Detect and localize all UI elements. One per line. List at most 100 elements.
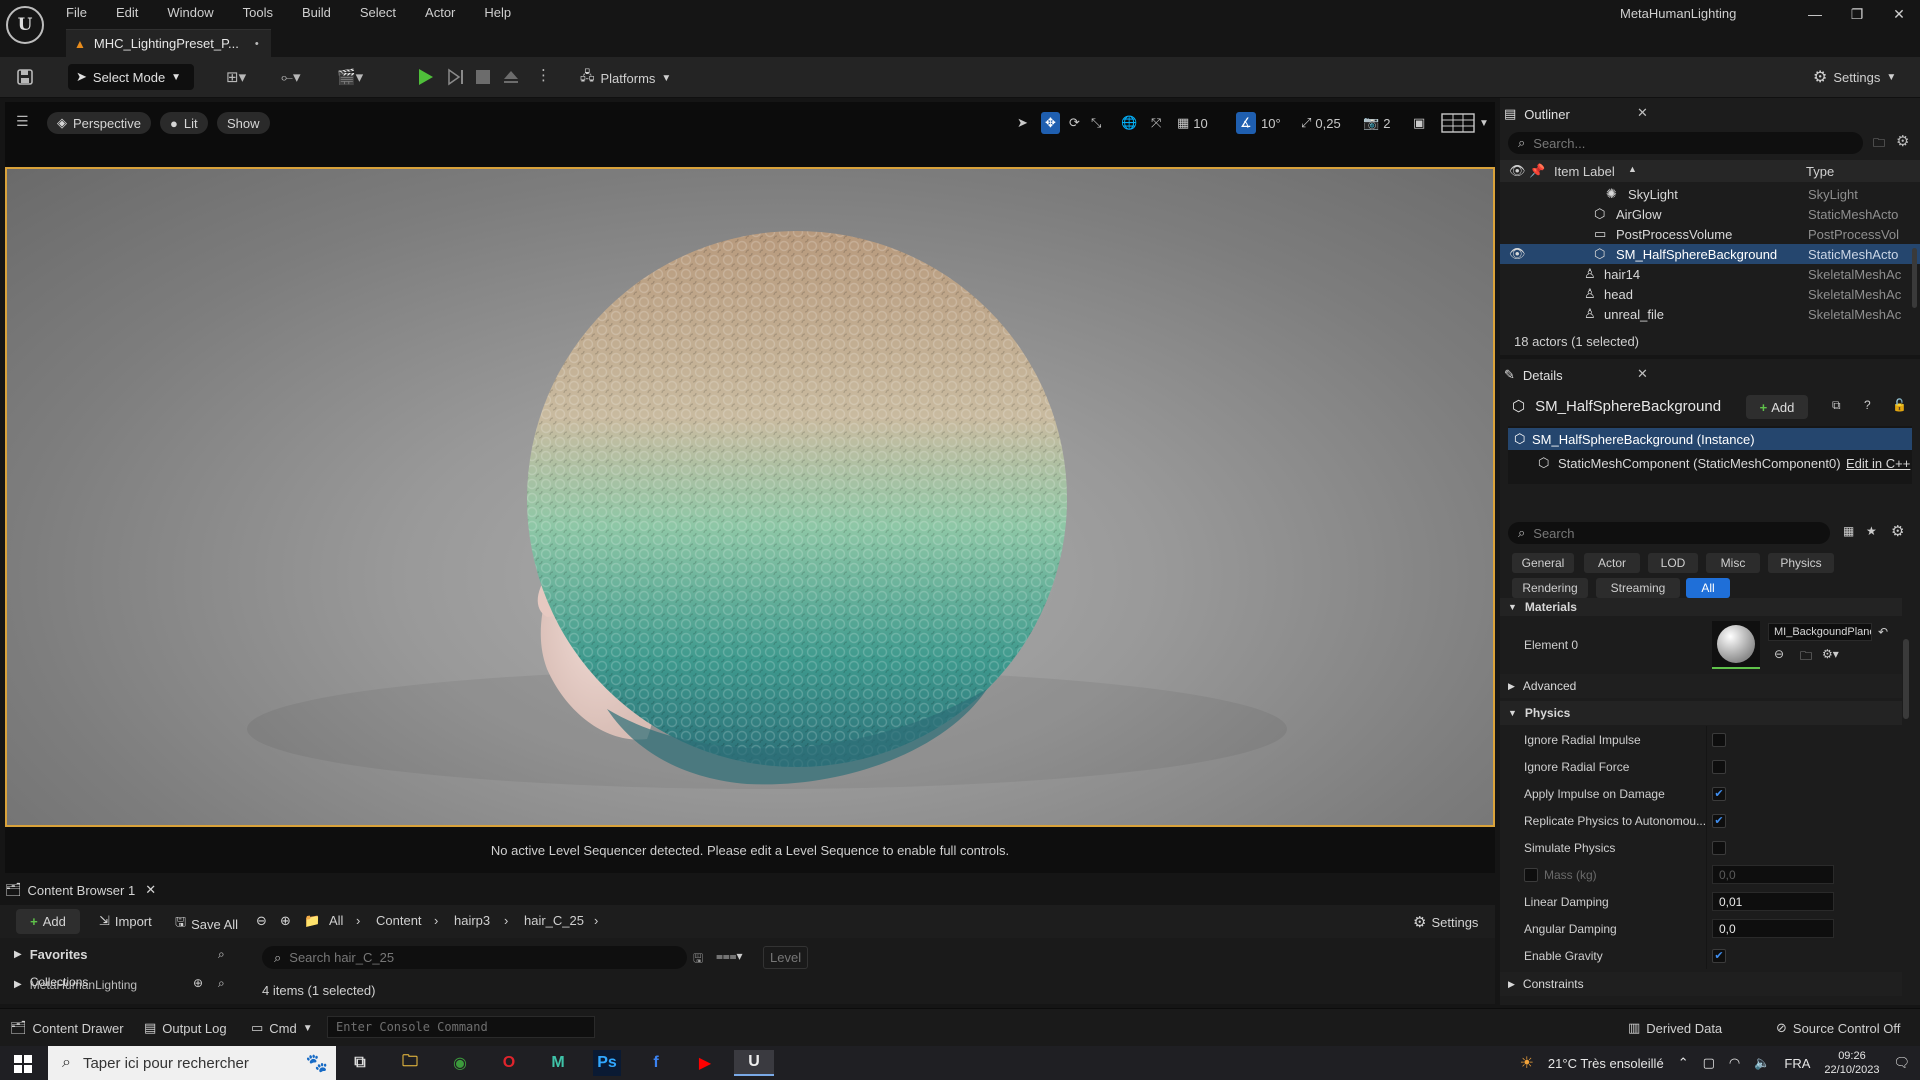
- filter-physics[interactable]: Physics: [1768, 553, 1834, 573]
- star-icon[interactable]: ★: [1866, 524, 1877, 538]
- unreal-taskbar-icon[interactable]: U: [734, 1050, 774, 1076]
- favorites-section[interactable]: ▶ Favorites: [14, 947, 88, 962]
- cmd-dropdown[interactable]: ▭ Cmd ▼: [251, 1020, 313, 1036]
- type-column[interactable]: Type: [1806, 164, 1834, 179]
- level-filter-chip[interactable]: Level: [763, 946, 809, 969]
- outliner-search-input[interactable]: ⌕ Search...: [1508, 132, 1863, 154]
- reset-icon[interactable]: ↶: [1878, 625, 1888, 639]
- import-button[interactable]: ⇲ Import: [99, 913, 152, 929]
- menu-actor[interactable]: Actor: [425, 5, 455, 20]
- close-icon[interactable]: ✕: [1637, 105, 1648, 121]
- filter-all[interactable]: All: [1686, 578, 1730, 598]
- select-tool-icon[interactable]: ➤: [1017, 112, 1028, 134]
- chrome-icon[interactable]: ◉: [440, 1050, 480, 1076]
- play-button[interactable]: [415, 67, 435, 87]
- scale-snap-toggle[interactable]: ⤢ 0,25: [1301, 112, 1341, 134]
- close-window-button[interactable]: ✕: [1884, 6, 1914, 26]
- network-icon[interactable]: ◠: [1729, 1055, 1740, 1071]
- view-mode-button[interactable]: ● Lit: [160, 112, 208, 134]
- outliner-row-skylight[interactable]: ✺ SkyLight SkyLight: [1500, 184, 1920, 204]
- outliner-row-airglow[interactable]: ⬡ AirGlow StaticMeshActo: [1500, 204, 1920, 224]
- materials-category[interactable]: ▼ Materials: [1500, 598, 1902, 616]
- linear-damping-input[interactable]: 0,01: [1712, 892, 1834, 911]
- visibility-eye-icon[interactable]: 👁: [1509, 246, 1526, 262]
- menu-edit[interactable]: Edit: [116, 5, 138, 20]
- component-row-instance[interactable]: ⬡ SM_HalfSphereBackground (Instance): [1508, 428, 1912, 450]
- weather-text[interactable]: 21°C Très ensoleillé: [1548, 1056, 1664, 1071]
- editor-settings-button[interactable]: ⚙ Settings ▼: [1813, 67, 1896, 87]
- unreal-logo-icon[interactable]: U: [6, 6, 44, 44]
- facebook-icon[interactable]: f: [636, 1050, 676, 1076]
- table-view-icon[interactable]: ▦: [1843, 524, 1854, 538]
- stop-icon[interactable]: [475, 69, 491, 85]
- history-back-icon[interactable]: ⊖: [256, 913, 267, 929]
- add-actor-icon[interactable]: ⊞▾: [226, 68, 246, 86]
- layout-icon[interactable]: ▣: [1413, 112, 1425, 134]
- content-browser-settings-button[interactable]: ⚙ Settings: [1413, 913, 1478, 931]
- menu-window[interactable]: Window: [167, 5, 213, 20]
- simulate-physics-checkbox[interactable]: [1712, 840, 1726, 855]
- youtube-icon[interactable]: ▶: [685, 1050, 725, 1076]
- edit-in-cpp-link[interactable]: Edit in C++: [1846, 456, 1910, 471]
- material-options-icon[interactable]: ⚙▾: [1822, 647, 1839, 661]
- advance-frame-icon[interactable]: [446, 67, 466, 87]
- perspective-button[interactable]: ◈ Perspective: [47, 112, 151, 134]
- console-command-input[interactable]: Enter Console Command: [327, 1016, 595, 1038]
- menu-select[interactable]: Select: [360, 5, 396, 20]
- eject-icon[interactable]: [502, 68, 520, 86]
- source-control-button[interactable]: ⊘ Source Control Off: [1776, 1020, 1900, 1036]
- details-search-input[interactable]: ⌕ Search: [1508, 522, 1830, 544]
- output-log-button[interactable]: ▤ Output Log: [144, 1020, 227, 1036]
- replicate-physics-checkbox[interactable]: ✔: [1712, 813, 1726, 828]
- content-search-input[interactable]: ⌕ Search hair_C_25: [262, 946, 687, 969]
- apply-impulse-checkbox[interactable]: ✔: [1712, 786, 1726, 801]
- play-options-icon[interactable]: ⋮: [536, 66, 551, 84]
- rotation-snap-value[interactable]: 10°: [1261, 112, 1281, 134]
- details-tab[interactable]: ✎ Details: [1504, 363, 1563, 387]
- world-space-icon[interactable]: 🌐: [1121, 112, 1137, 134]
- material-thumbnail[interactable]: [1712, 621, 1760, 669]
- filter-actor[interactable]: Actor: [1584, 553, 1640, 573]
- details-scrollbar[interactable]: [1903, 639, 1909, 719]
- add-button[interactable]: + Add: [16, 909, 80, 934]
- ignore-radial-impulse-checkbox[interactable]: [1712, 732, 1726, 747]
- filter-general[interactable]: General: [1512, 553, 1574, 573]
- folder-icon[interactable]: 📁: [304, 913, 320, 929]
- platforms-dropdown[interactable]: 🖧 Platforms ▼: [580, 67, 671, 89]
- blueprint-icon[interactable]: ⟜▾: [281, 68, 301, 86]
- save-search-icon[interactable]: 🖫: [693, 949, 703, 970]
- filter-lod[interactable]: LOD: [1648, 553, 1698, 573]
- restore-button[interactable]: ❐: [1842, 6, 1872, 26]
- advanced-category[interactable]: ▶ Advanced: [1500, 674, 1902, 698]
- gear-icon[interactable]: ⚙: [1896, 132, 1909, 150]
- photoshop-icon[interactable]: Ps: [593, 1050, 621, 1076]
- enable-gravity-checkbox[interactable]: ✔: [1712, 948, 1726, 963]
- hamburger-menu-icon[interactable]: ☰: [16, 113, 29, 130]
- breadcrumb-content[interactable]: Content: [376, 913, 422, 928]
- outliner-row-hair14[interactable]: ♙ hair14 SkeletalMeshAc: [1500, 264, 1920, 284]
- metahuman-app-icon[interactable]: M: [538, 1050, 578, 1076]
- collections-section[interactable]: ▶ Collections MetaHumanLighting: [14, 975, 160, 992]
- menu-tools[interactable]: Tools: [243, 5, 273, 20]
- save-all-button[interactable]: 🖫 Save All: [175, 913, 238, 935]
- derived-data-button[interactable]: ▥ Derived Data: [1628, 1020, 1722, 1036]
- cinematics-icon[interactable]: 🎬▾: [337, 68, 363, 86]
- browse-icon[interactable]: ⊖: [1774, 647, 1784, 661]
- folder-icon[interactable]: 🗀: [1800, 647, 1812, 668]
- angular-damping-input[interactable]: 0,0: [1712, 919, 1834, 938]
- save-icon[interactable]: [16, 68, 34, 86]
- breadcrumb-hair-c-25[interactable]: hair_C_25: [524, 913, 584, 928]
- grid-snap-toggle[interactable]: ▦ 10: [1177, 112, 1208, 134]
- outliner-row-postprocess[interactable]: ▭ PostProcessVolume PostProcessVol: [1500, 224, 1920, 244]
- content-drawer-button[interactable]: 🗂 Content Drawer: [10, 1020, 124, 1036]
- close-icon[interactable]: ✕: [145, 882, 156, 898]
- constraints-category[interactable]: ▶ Constraints: [1500, 972, 1902, 996]
- mass-override-checkbox[interactable]: [1524, 867, 1538, 882]
- rotate-tool-icon[interactable]: ⟳: [1069, 112, 1080, 134]
- help-icon[interactable]: ?: [1864, 398, 1871, 412]
- volume-icon[interactable]: 🔈: [1754, 1055, 1770, 1071]
- history-forward-icon[interactable]: ⊕: [280, 913, 291, 929]
- select-mode-dropdown[interactable]: ➤ Select Mode ▼: [68, 64, 194, 90]
- outliner-row-head[interactable]: ♙ head SkeletalMeshAc: [1500, 284, 1920, 304]
- menu-help[interactable]: Help: [484, 5, 511, 20]
